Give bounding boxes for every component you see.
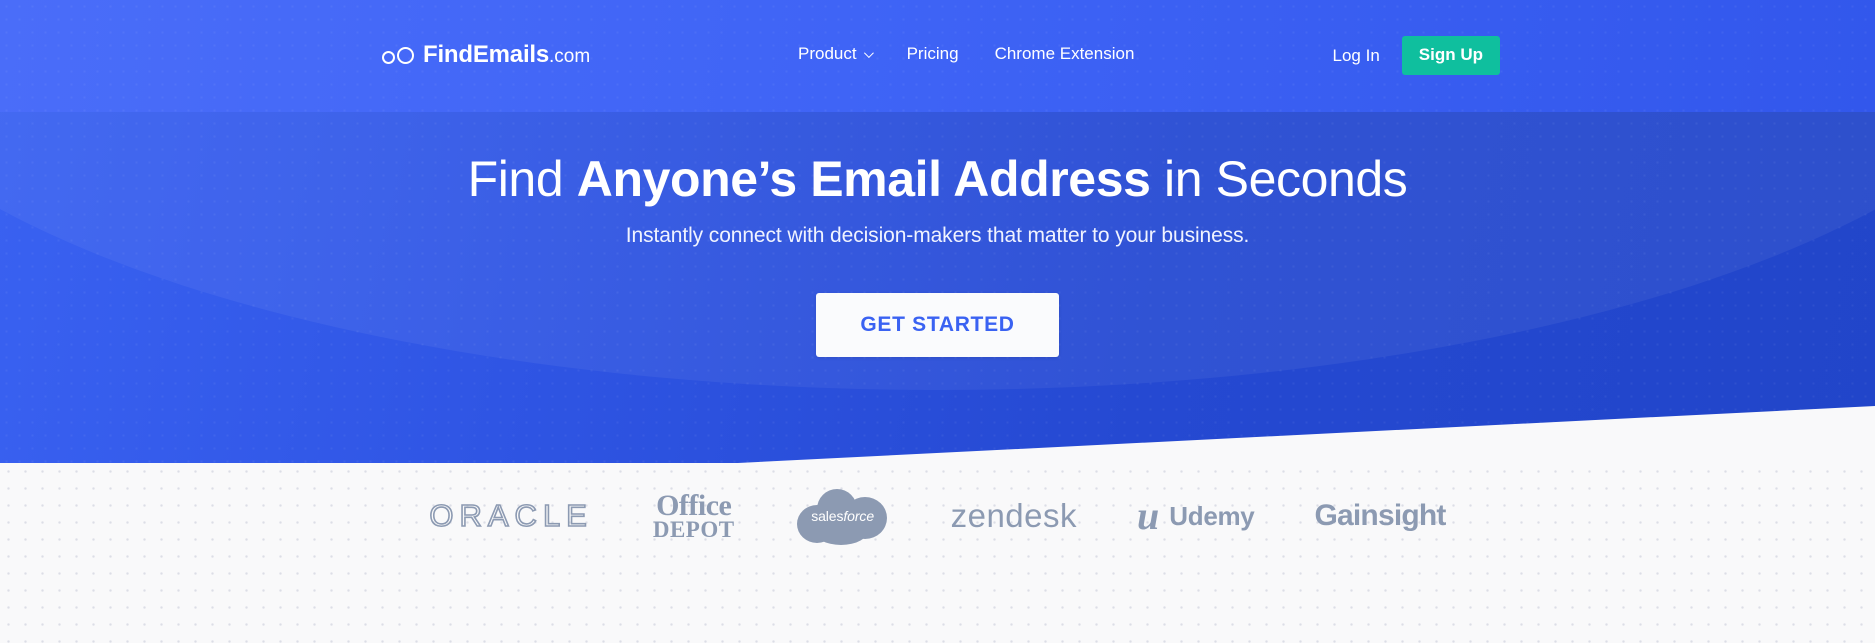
nav-item-chrome-extension[interactable]: Chrome Extension (995, 44, 1135, 64)
zendesk-wordmark: zendesk (950, 497, 1078, 534)
client-logo-gainsight: Gainsight (1314, 499, 1446, 533)
nav-item-chrome-extension-label: Chrome Extension (994, 44, 1135, 63)
salesforce-text-b: force (843, 508, 874, 524)
primary-nav: Product Pricing Chrome Extension (798, 44, 1134, 64)
logo-name: FindEmails (423, 41, 550, 68)
office-depot-line1: Office (656, 488, 732, 522)
login-link[interactable]: Log In (1333, 46, 1380, 66)
office-depot-line2: DEPOT (652, 517, 735, 543)
get-started-button[interactable]: GET STARTED (816, 293, 1059, 357)
auth-actions: Log In Sign Up (1333, 36, 1500, 75)
nav-item-product-label: Product (798, 44, 857, 63)
hero-subheadline: Instantly connect with decision-makers t… (625, 224, 1250, 247)
nav-item-product[interactable]: Product (798, 44, 874, 64)
client-logo-strip: ORACLE Office DEPOT sales force zendesk u (0, 463, 1875, 643)
logo-tld: .com (549, 46, 591, 67)
salesforce-text-a: sales (811, 508, 844, 524)
hero-headline: Find Anyone’s Email Address in Seconds (0, 152, 1875, 207)
client-logo-salesforce: sales force (795, 485, 891, 547)
signup-button[interactable]: Sign Up (1401, 36, 1500, 75)
headline-part-1: Find (467, 151, 577, 207)
client-logo-udemy: u Udemy (1137, 493, 1255, 538)
nav-item-pricing[interactable]: Pricing (907, 44, 959, 64)
site-logo[interactable]: FindEmails.com (382, 41, 590, 69)
nav-item-pricing-label: Pricing (906, 44, 959, 63)
udemy-u-icon: u (1137, 493, 1160, 538)
logo-text: FindEmails.com (423, 41, 590, 69)
headline-part-2: in Seconds (1150, 151, 1408, 207)
landing-page: FindEmails.com Product Pricing Chrome Ex… (0, 0, 1875, 643)
client-logo-zendesk: zendesk (951, 497, 1077, 535)
gainsight-wordmark: Gainsight (1314, 499, 1446, 532)
salesforce-cloud-icon: sales force (795, 485, 891, 547)
oracle-wordmark: ORACLE (429, 497, 593, 534)
two-circles-icon (382, 46, 414, 64)
client-logo-oracle: ORACLE (429, 497, 593, 534)
salesforce-wordmark: sales force (795, 485, 891, 547)
udemy-wordmark: Udemy (1169, 500, 1255, 531)
headline-emphasis: Anyone’s Email Address (576, 151, 1151, 207)
chevron-down-icon (863, 47, 874, 58)
header-inner: FindEmails.com Product Pricing Chrome Ex… (0, 0, 1875, 112)
site-header: FindEmails.com Product Pricing Chrome Ex… (0, 0, 1875, 112)
client-logo-office-depot: Office DEPOT (652, 488, 735, 543)
client-logo-row: ORACLE Office DEPOT sales force zendesk u (0, 485, 1875, 547)
